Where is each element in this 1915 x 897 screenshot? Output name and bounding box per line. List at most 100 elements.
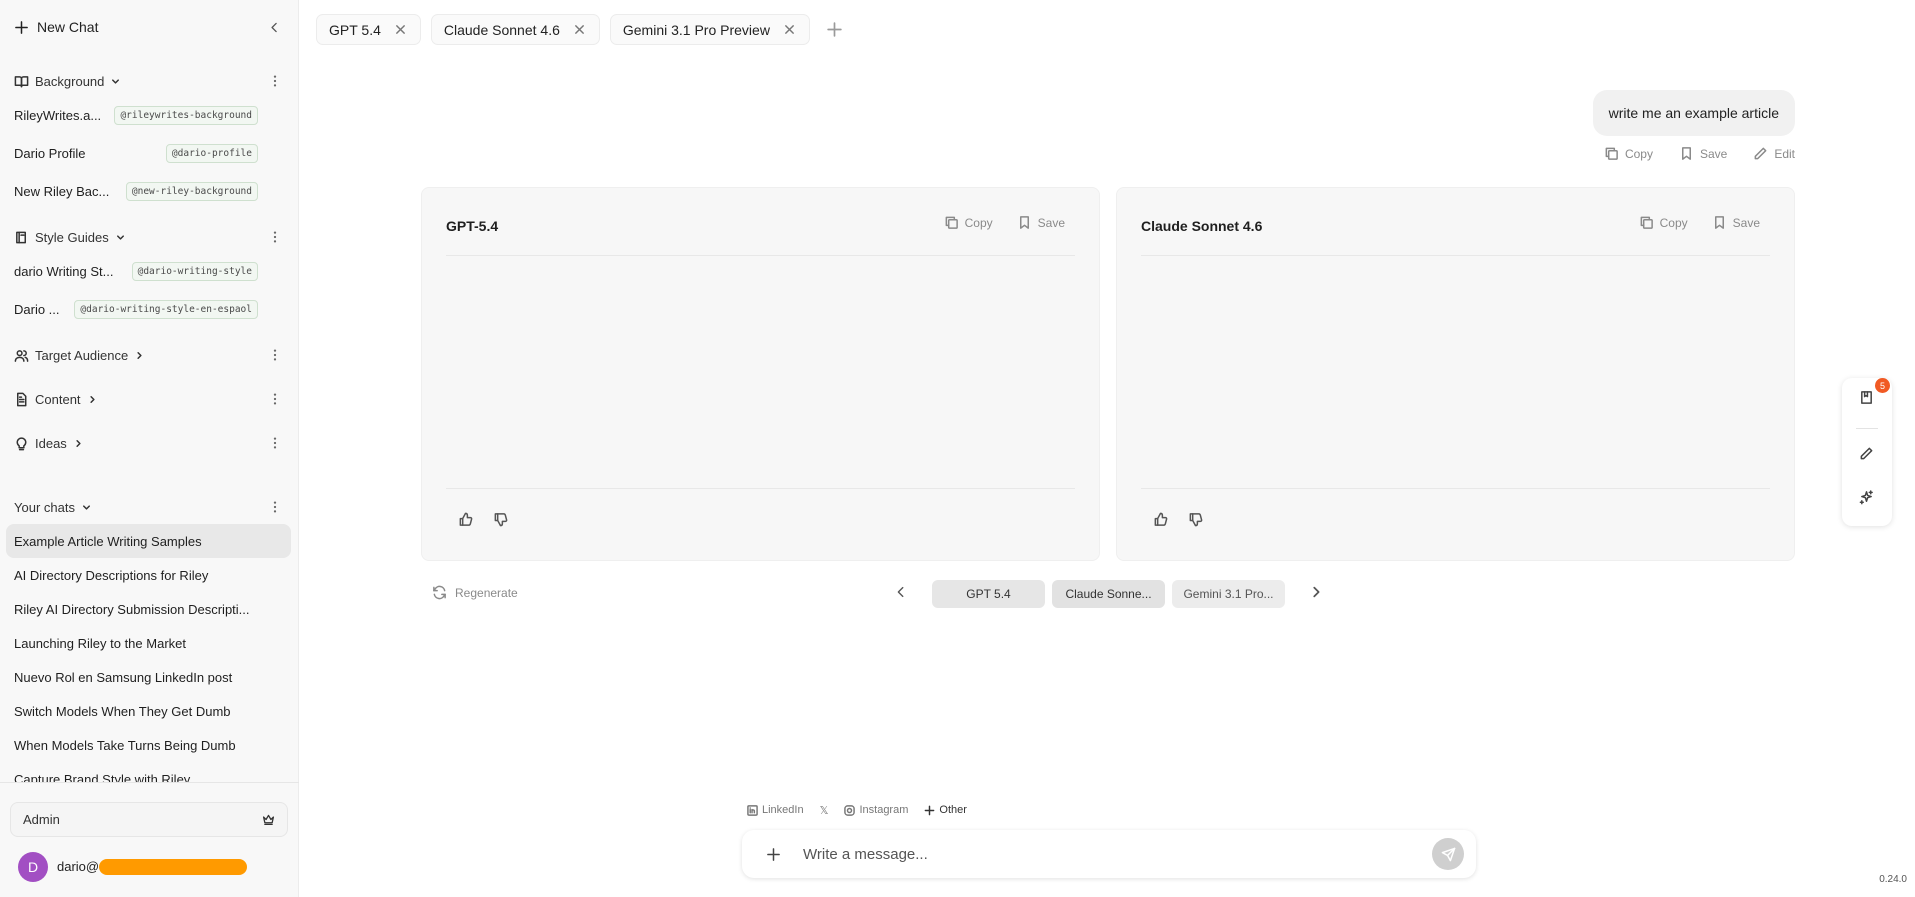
- send-icon: [1441, 847, 1456, 862]
- target-audience-more-icon[interactable]: [268, 348, 282, 362]
- chat-item[interactable]: Riley AI Directory Submission Descripti.…: [6, 592, 291, 626]
- close-icon[interactable]: [395, 24, 406, 35]
- platform-other-label: Other: [939, 804, 967, 816]
- your-chats-more-icon[interactable]: [268, 500, 282, 514]
- attach-plus-icon[interactable]: [766, 847, 781, 862]
- chat-item[interactable]: Nuevo Rol en Samsung LinkedIn post: [6, 660, 291, 694]
- background-more-icon[interactable]: [268, 74, 282, 88]
- model-switch-gemini[interactable]: Gemini 3.1 Pro...: [1172, 580, 1285, 608]
- copy-response-button[interactable]: Copy: [944, 215, 993, 230]
- platform-linkedin[interactable]: LinkedIn: [742, 801, 809, 819]
- background-item[interactable]: New Riley Bac... @new-riley-background: [14, 180, 258, 202]
- thumbs-up-icon[interactable]: [1153, 512, 1168, 527]
- thumbs-down-icon[interactable]: [493, 512, 508, 527]
- platform-x[interactable]: 𝕏: [815, 801, 834, 819]
- prev-model-chevron-left-icon[interactable]: [894, 585, 908, 599]
- copy-label: Copy: [1624, 146, 1653, 161]
- admin-button[interactable]: Admin: [10, 802, 288, 837]
- background-item[interactable]: Dario Profile @dario-profile: [14, 142, 258, 164]
- style-guide-item[interactable]: dario Writing St... @dario-writing-style: [14, 260, 258, 282]
- user-message-bubble: write me an example article: [1592, 90, 1795, 136]
- model-switch-claude[interactable]: Claude Sonne...: [1052, 580, 1165, 608]
- book-open-icon: [14, 74, 29, 89]
- new-chat-button[interactable]: New Chat: [14, 19, 98, 35]
- document-icon: [14, 392, 29, 407]
- avatar: D: [18, 852, 48, 882]
- chevron-right-icon: [134, 350, 145, 361]
- message-composer: [742, 830, 1476, 878]
- tab-label: Claude Sonnet 4.6: [443, 21, 560, 38]
- background-item-name: New Riley Bac...: [14, 183, 110, 199]
- crown-icon: [262, 813, 275, 826]
- chat-item[interactable]: Launching Riley to the Market: [6, 626, 291, 660]
- pencil-icon[interactable]: [1859, 446, 1874, 461]
- background-item-name: Dario Profile: [14, 145, 86, 161]
- redaction-bar: [99, 859, 248, 876]
- content-more-icon[interactable]: [268, 392, 282, 406]
- section-your-chats[interactable]: Your chats: [14, 500, 92, 515]
- response-model-name: GPT-5.4: [446, 218, 499, 234]
- edit-message-button[interactable]: Edit: [1753, 146, 1795, 161]
- sparkles-icon[interactable]: [1859, 490, 1874, 505]
- bookmark-icon: [1017, 215, 1032, 230]
- chevron-down-icon: [115, 232, 126, 243]
- chat-item[interactable]: When Models Take Turns Being Dumb: [6, 728, 291, 762]
- style-guide-item-tag: @dario-writing-style: [131, 261, 258, 281]
- platform-instagram-label: Instagram: [859, 804, 909, 816]
- chat-item[interactable]: Switch Models When They Get Dumb: [6, 694, 291, 728]
- copy-label: Copy: [1659, 215, 1688, 230]
- next-model-chevron-right-icon[interactable]: [1309, 585, 1323, 599]
- section-ideas[interactable]: Ideas: [14, 436, 84, 451]
- copy-label: Copy: [964, 215, 993, 230]
- close-icon[interactable]: [784, 24, 795, 35]
- copy-response-button[interactable]: Copy: [1639, 215, 1688, 230]
- platform-linkedin-label: LinkedIn: [762, 804, 804, 816]
- chat-item[interactable]: AI Directory Descriptions for Riley: [6, 558, 291, 592]
- save-label: Save: [1037, 215, 1065, 230]
- save-message-button[interactable]: Save: [1679, 146, 1727, 161]
- regenerate-button[interactable]: Regenerate: [432, 585, 518, 600]
- save-response-button[interactable]: Save: [1017, 215, 1065, 230]
- section-target-audience[interactable]: Target Audience: [14, 348, 145, 363]
- add-tab-plus-icon[interactable]: [826, 21, 843, 38]
- style-guides-more-icon[interactable]: [268, 230, 282, 244]
- thumbs-up-icon[interactable]: [458, 512, 473, 527]
- copy-icon: [944, 215, 959, 230]
- pencil-icon: [1753, 146, 1768, 161]
- platform-other[interactable]: Other: [919, 801, 972, 819]
- style-guide-item[interactable]: Dario ... @dario-writing-style-en-espaol: [14, 298, 258, 320]
- section-background-label: Background: [35, 74, 105, 89]
- regenerate-label: Regenerate: [455, 585, 518, 600]
- copy-message-button[interactable]: Copy: [1604, 146, 1653, 161]
- platform-selector: LinkedIn 𝕏 Instagram Other: [742, 801, 972, 819]
- collapse-sidebar-chevron-left-icon[interactable]: [268, 21, 281, 34]
- saved-items-book-icon[interactable]: [1859, 390, 1874, 405]
- chat-item-active[interactable]: Example Article Writing Samples: [6, 524, 291, 558]
- ideas-more-icon[interactable]: [268, 436, 282, 450]
- user-email: dario@: [57, 859, 248, 876]
- feedback-buttons: [1153, 512, 1203, 527]
- admin-label: Admin: [23, 812, 60, 827]
- tab-claude[interactable]: Claude Sonnet 4.6: [430, 14, 600, 45]
- model-switch-gpt[interactable]: GPT 5.4: [932, 580, 1045, 608]
- section-background[interactable]: Background: [14, 74, 121, 89]
- background-item-tag: @new-riley-background: [125, 181, 258, 201]
- save-response-button[interactable]: Save: [1712, 215, 1760, 230]
- section-content-label: Content: [35, 392, 81, 407]
- chevron-right-icon: [87, 394, 98, 405]
- section-target-audience-label: Target Audience: [35, 348, 129, 363]
- platform-instagram[interactable]: Instagram: [839, 801, 913, 819]
- divider: [1141, 488, 1770, 489]
- section-style-guides[interactable]: Style Guides: [14, 230, 126, 245]
- tab-gpt[interactable]: GPT 5.4: [316, 14, 421, 45]
- background-item[interactable]: RileyWrites.a... @rileywrites-background: [14, 104, 258, 126]
- thumbs-down-icon[interactable]: [1188, 512, 1203, 527]
- close-icon[interactable]: [574, 24, 585, 35]
- send-button[interactable]: [1432, 838, 1464, 870]
- chat-item[interactable]: Capture Brand Style with Riley: [6, 762, 291, 783]
- app-version: 0.24.0: [1879, 874, 1907, 885]
- message-input[interactable]: [803, 845, 1403, 863]
- section-content[interactable]: Content: [14, 392, 98, 407]
- user-profile[interactable]: D dario@: [18, 852, 248, 882]
- tab-gemini[interactable]: Gemini 3.1 Pro Preview: [609, 14, 810, 45]
